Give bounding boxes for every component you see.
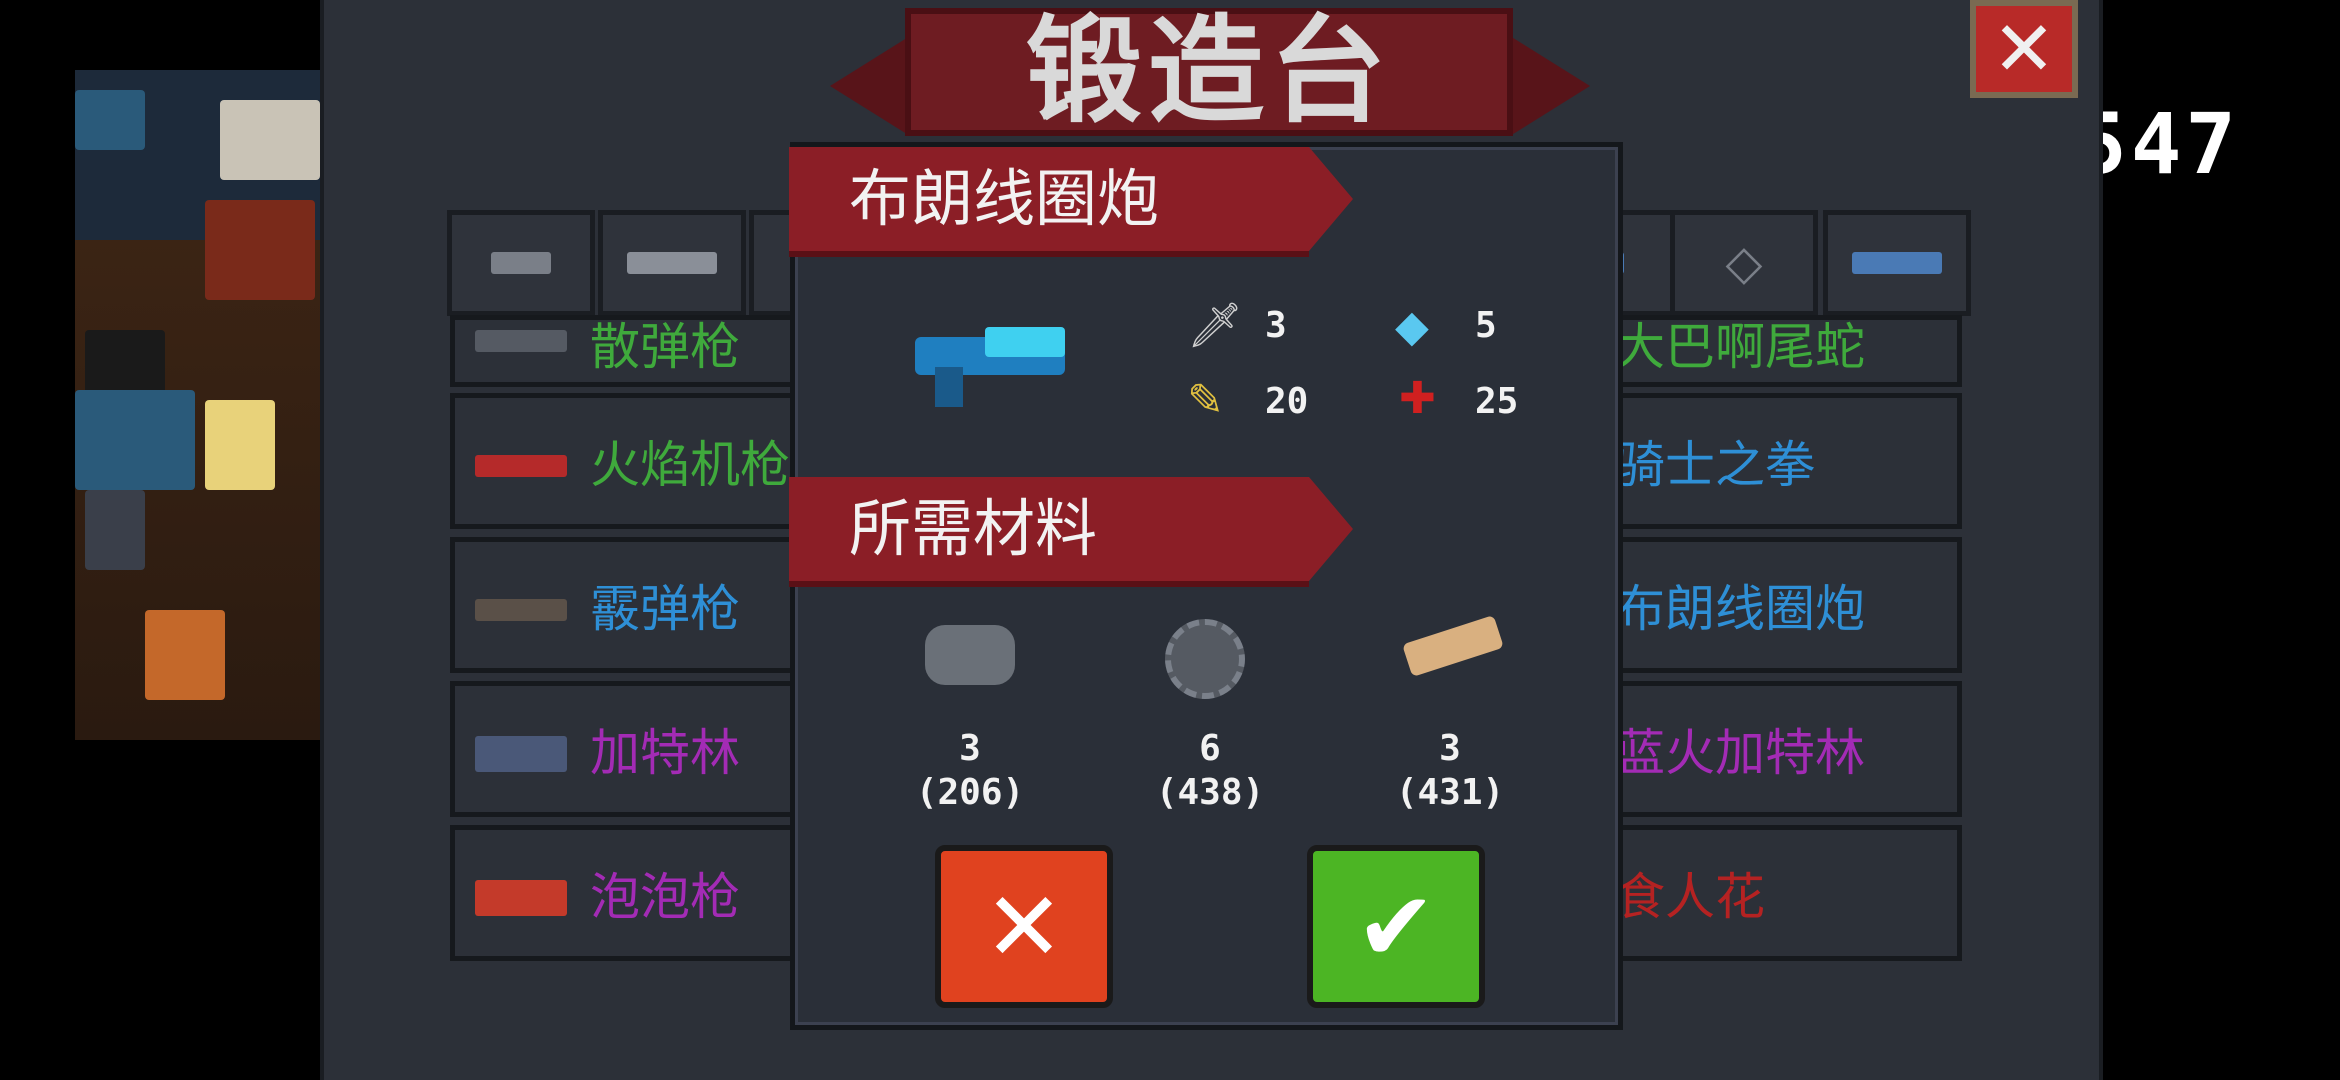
forge-machine [205, 200, 315, 300]
damage-value: 3 [1265, 305, 1287, 346]
table [75, 390, 195, 490]
weapon-name-left: 泡泡枪 [590, 868, 740, 926]
weapon-name-left: 霰弹枪 [590, 580, 740, 638]
energy-crystal-icon: ◆ [1395, 301, 1429, 352]
crit-feather-icon: ✎ [1187, 375, 1224, 426]
forge-dialog: 布朗线圈炮 🗡 3 ◆ 5 ✎ 20 ✚ 25 所需材料 3 (206) 6 (… [789, 142, 1623, 1030]
material-need: 3 [1439, 728, 1461, 769]
crosshair-icon: ◇ [1725, 235, 1763, 291]
check-icon: ✔ [1355, 870, 1437, 983]
crossed-swords-icon [75, 90, 145, 150]
materials-ribbon: 所需材料 [789, 477, 1353, 587]
title-banner-wing [830, 36, 910, 136]
confirm-button[interactable]: ✔ [1307, 845, 1485, 1008]
character-blonde [205, 400, 275, 490]
weapon-name-left: 散弹枪 [590, 318, 740, 376]
notice-board [220, 100, 320, 180]
page-title: 锻造台 [1026, 4, 1392, 139]
title-banner-wing [1510, 36, 1590, 136]
ore-icon [925, 625, 1015, 685]
weapon-name-right: 蓝火加特林 [1615, 724, 1865, 782]
coil-gun-icon [915, 327, 1085, 407]
rifle-icon [627, 252, 717, 274]
game-scene-background [75, 70, 335, 740]
tab-rifle[interactable] [598, 210, 746, 316]
flame-gun-icon [475, 455, 567, 477]
sword-damage-icon: 🗡 [1187, 300, 1243, 351]
character-lion [145, 610, 225, 700]
weapon-name-ribbon: 布朗线圈炮 [789, 147, 1353, 257]
crit-value: 20 [1265, 381, 1309, 422]
material-have: (431) [1395, 772, 1505, 813]
material-need: 6 [1199, 728, 1221, 769]
energy-value: 5 [1475, 305, 1497, 346]
close-icon: ✕ [1992, 4, 2056, 93]
cancel-icon: ✕ [983, 870, 1065, 983]
weapon-name-left: 火焰机枪 [590, 436, 790, 494]
weapon-icon [475, 330, 567, 352]
gear-icon [1165, 619, 1245, 699]
tab-pistol[interactable] [447, 210, 595, 316]
tab-crosshair[interactable]: ◇ [1670, 210, 1818, 316]
tab-fish-gun[interactable] [1823, 210, 1971, 316]
weapon-name-left: 加特林 [590, 724, 740, 782]
material-need: 3 [959, 728, 981, 769]
weapon-name: 布朗线圈炮 [849, 162, 1160, 235]
character-hooded [85, 490, 145, 570]
close-button[interactable]: ✕ [1970, 0, 2078, 98]
title-banner: 锻造台 [905, 8, 1513, 136]
weapon-name-right: 布朗线圈炮 [1615, 580, 1865, 638]
shotgun-icon [475, 599, 567, 621]
fish-gun-icon [1852, 252, 1942, 274]
pistol-icon [491, 252, 551, 274]
material-have: (438) [1155, 772, 1265, 813]
cancel-button[interactable]: ✕ [935, 845, 1113, 1008]
weapon-name-right: 食人花 [1615, 868, 1765, 926]
gatling-icon [475, 736, 567, 772]
inaccuracy-value: 25 [1475, 381, 1519, 422]
bubble-gun-icon [475, 880, 567, 916]
material-have: (206) [915, 772, 1025, 813]
weapon-name-right: 骑士之拳 [1615, 436, 1815, 494]
materials-title: 所需材料 [849, 492, 1098, 565]
crosshair-icon: ✚ [1399, 373, 1436, 424]
wood-plank-icon [1402, 614, 1504, 678]
weapon-name-right: 大巴啊尾蛇 [1615, 318, 1865, 376]
